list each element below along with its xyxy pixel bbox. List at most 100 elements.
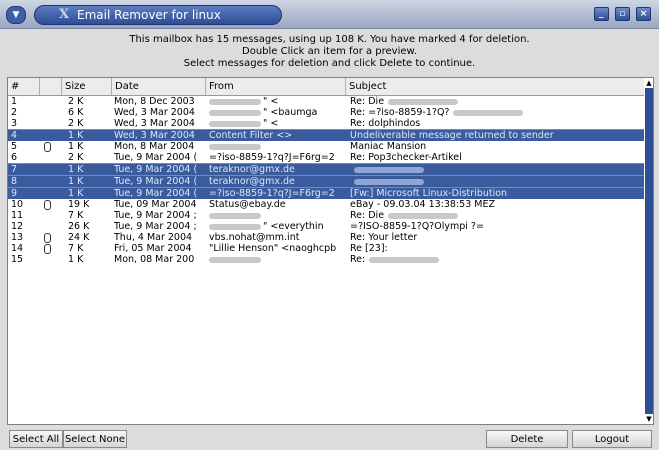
row-date-text: Tue, 9 Mar 2004 ( — [114, 188, 198, 199]
table-row[interactable]: 7 1 K Tue, 9 Mar 2004 (teraknor@gmx.de — [8, 163, 644, 175]
maximize-button[interactable]: ▫ — [614, 7, 630, 21]
row-size: 1 K — [64, 164, 114, 175]
row-subject-text: Maniac Mansion — [350, 141, 427, 152]
row-size-text: 6 K — [68, 107, 84, 118]
row-from-text: " < — [263, 96, 279, 107]
row-from-text: Status@ebay.de — [209, 199, 286, 210]
row-subject: Re: dolphindos — [350, 118, 642, 129]
select-all-button[interactable]: Select All — [9, 430, 63, 448]
row-subject-text: Undeliverable message returned to sender — [350, 130, 554, 141]
row-date-text: Tue, 9 Mar 2004 ; — [114, 210, 197, 221]
table-row[interactable]: 6 2 K Tue, 9 Mar 2004 ( =?iso-8859-1?q?J=F6… — [8, 152, 644, 163]
scroll-up-arrow-icon[interactable]: ▲ — [645, 78, 653, 88]
logout-button[interactable]: Logout — [572, 430, 652, 448]
redacted-text — [209, 212, 261, 219]
table-row[interactable]: 3 2 K Wed, 3 Mar 2004 " < Re: dolphindos — [8, 118, 644, 129]
window-menu-button[interactable]: ▼ — [6, 6, 26, 24]
close-button[interactable]: × — [636, 7, 651, 21]
row-size: 2 K — [64, 152, 114, 163]
table-row[interactable]: 13 24 K Thu, 4 Mar 2004 vbs.nohat@mm.int Re:… — [8, 232, 644, 243]
table-row[interactable]: 1 2 K Mon, 8 Dec 2003 " < Re: Die — [8, 96, 644, 107]
row-number: 8 — [11, 176, 31, 187]
row-size: 1 K — [64, 130, 114, 141]
scroll-down-arrow-icon[interactable]: ▼ — [645, 414, 653, 424]
row-from — [209, 254, 347, 265]
header-from[interactable]: From — [206, 78, 346, 95]
row-subject: Re: =?iso-8859-1?Q? — [350, 107, 642, 118]
table-row[interactable]: 9 1 K Tue, 9 Mar 2004 (=?iso-8859-1?q?J=F6… — [8, 187, 644, 199]
row-subject-text: Re: =?iso-8859-1?Q? — [350, 107, 450, 118]
row-from-text: teraknor@gmx.de — [209, 164, 295, 175]
row-size: 2 K — [64, 118, 114, 129]
row-number-text: 15 — [11, 254, 24, 265]
select-none-button[interactable]: Select None — [63, 430, 127, 448]
table-row[interactable]: 10 19 K Tue, 09 Mar 2004 Status@ebay.de eBay… — [8, 199, 644, 210]
row-date: Fri, 05 Mar 2004 — [114, 243, 206, 254]
row-size-text: 26 K — [68, 221, 90, 232]
row-subject — [350, 176, 642, 187]
row-size: 7 K — [64, 243, 114, 254]
row-attachment — [44, 141, 56, 152]
row-date-text: Tue, 09 Mar 2004 — [114, 199, 197, 210]
table-row[interactable]: 12 26 K Tue, 9 Mar 2004 ; " <everythin =?ISO… — [8, 221, 644, 232]
row-from: "Lillie Henson" <naoghcpb — [209, 243, 347, 254]
row-date: Tue, 9 Mar 2004 ( — [114, 188, 206, 199]
row-number-text: 12 — [11, 221, 24, 232]
redacted-text — [209, 109, 261, 116]
row-number: 5 — [11, 141, 31, 152]
row-subject: Maniac Mansion — [350, 141, 642, 152]
row-number: 2 — [11, 107, 31, 118]
table-row[interactable]: 5 1 K Mon, 8 Mar 2004 Maniac Mansion — [8, 141, 644, 152]
header-date[interactable]: Date — [112, 78, 206, 95]
row-from: =?iso-8859-1?q?J=F6rg=2 — [209, 188, 347, 199]
header-attachment[interactable] — [40, 78, 62, 95]
row-number-text: 11 — [11, 210, 24, 221]
row-date-text: Tue, 9 Mar 2004 ( — [114, 176, 198, 187]
row-date-text: Mon, 08 Mar 200 — [114, 254, 195, 265]
title-bar: ▼ X Email Remover for linux _ ▫ × — [0, 0, 659, 29]
row-date-text: Mon, 8 Dec 2003 — [114, 96, 195, 107]
row-subject-text: Re: Pop3checker-Artikel — [350, 152, 462, 163]
row-number-text: 9 — [11, 188, 18, 199]
row-subject — [350, 164, 642, 175]
redacted-text — [209, 256, 261, 263]
row-size: 26 K — [64, 221, 114, 232]
row-from — [209, 210, 347, 221]
row-from-text: " <everythin — [263, 221, 324, 232]
row-number: 14 — [11, 243, 31, 254]
row-size-text: 1 K — [68, 141, 84, 152]
row-size: 2 K — [64, 96, 114, 107]
header-number[interactable]: # — [8, 78, 40, 95]
x-logo-icon: X — [59, 7, 70, 22]
row-number-text: 13 — [11, 232, 24, 243]
table-row[interactable]: 4 1 K Wed, 3 Mar 2004 Content Filter <> Unde… — [8, 129, 644, 141]
row-number-text: 4 — [11, 130, 18, 141]
row-size: 24 K — [64, 232, 114, 243]
table-row[interactable]: 15 1 K Mon, 08 Mar 200 Re: — [8, 254, 644, 265]
row-subject: [Fw:] Microsoft Linux-Distribution — [350, 188, 642, 199]
row-from: teraknor@gmx.de — [209, 176, 347, 187]
row-number-text: 7 — [11, 164, 18, 175]
table-row[interactable]: 8 1 K Tue, 9 Mar 2004 (teraknor@gmx.de — [8, 175, 644, 187]
row-from-text: vbs.nohat@mm.int — [209, 232, 300, 243]
row-date-text: Tue, 9 Mar 2004 ( — [114, 152, 198, 163]
table-row[interactable]: 11 7 K Tue, 9 Mar 2004 ; Re: Die — [8, 210, 644, 221]
row-subject: Re [23]: — [350, 243, 642, 254]
row-size-text: 2 K — [68, 96, 84, 107]
row-number: 13 — [11, 232, 31, 243]
minimize-button[interactable]: _ — [593, 7, 609, 21]
table-row[interactable]: 14 7 K Fri, 05 Mar 2004 "Lillie Henson" <na… — [8, 243, 644, 254]
row-from-text: "Lillie Henson" <naoghcpb — [209, 243, 337, 254]
delete-button[interactable]: Delete — [486, 430, 568, 448]
row-size: 1 K — [64, 141, 114, 152]
row-from: =?iso-8859-1?q?J=F6rg=2 — [209, 152, 347, 163]
table-row[interactable]: 2 6 K Wed, 3 Mar 2004 " <baumga Re: =?iso-88… — [8, 107, 644, 118]
row-number: 6 — [11, 152, 31, 163]
row-number: 9 — [11, 188, 31, 199]
header-size[interactable]: Size — [62, 78, 112, 95]
header-subject[interactable]: Subject — [346, 78, 644, 95]
message-rows: 12 K Mon, 8 Dec 2003 " < Re: Die 2 6 K Wed, 3 … — [8, 96, 644, 265]
row-from-text: teraknor@gmx.de — [209, 176, 295, 187]
vertical-scrollbar[interactable]: ▲ ▼ — [645, 78, 653, 424]
row-from: Content Filter <> — [209, 130, 347, 141]
